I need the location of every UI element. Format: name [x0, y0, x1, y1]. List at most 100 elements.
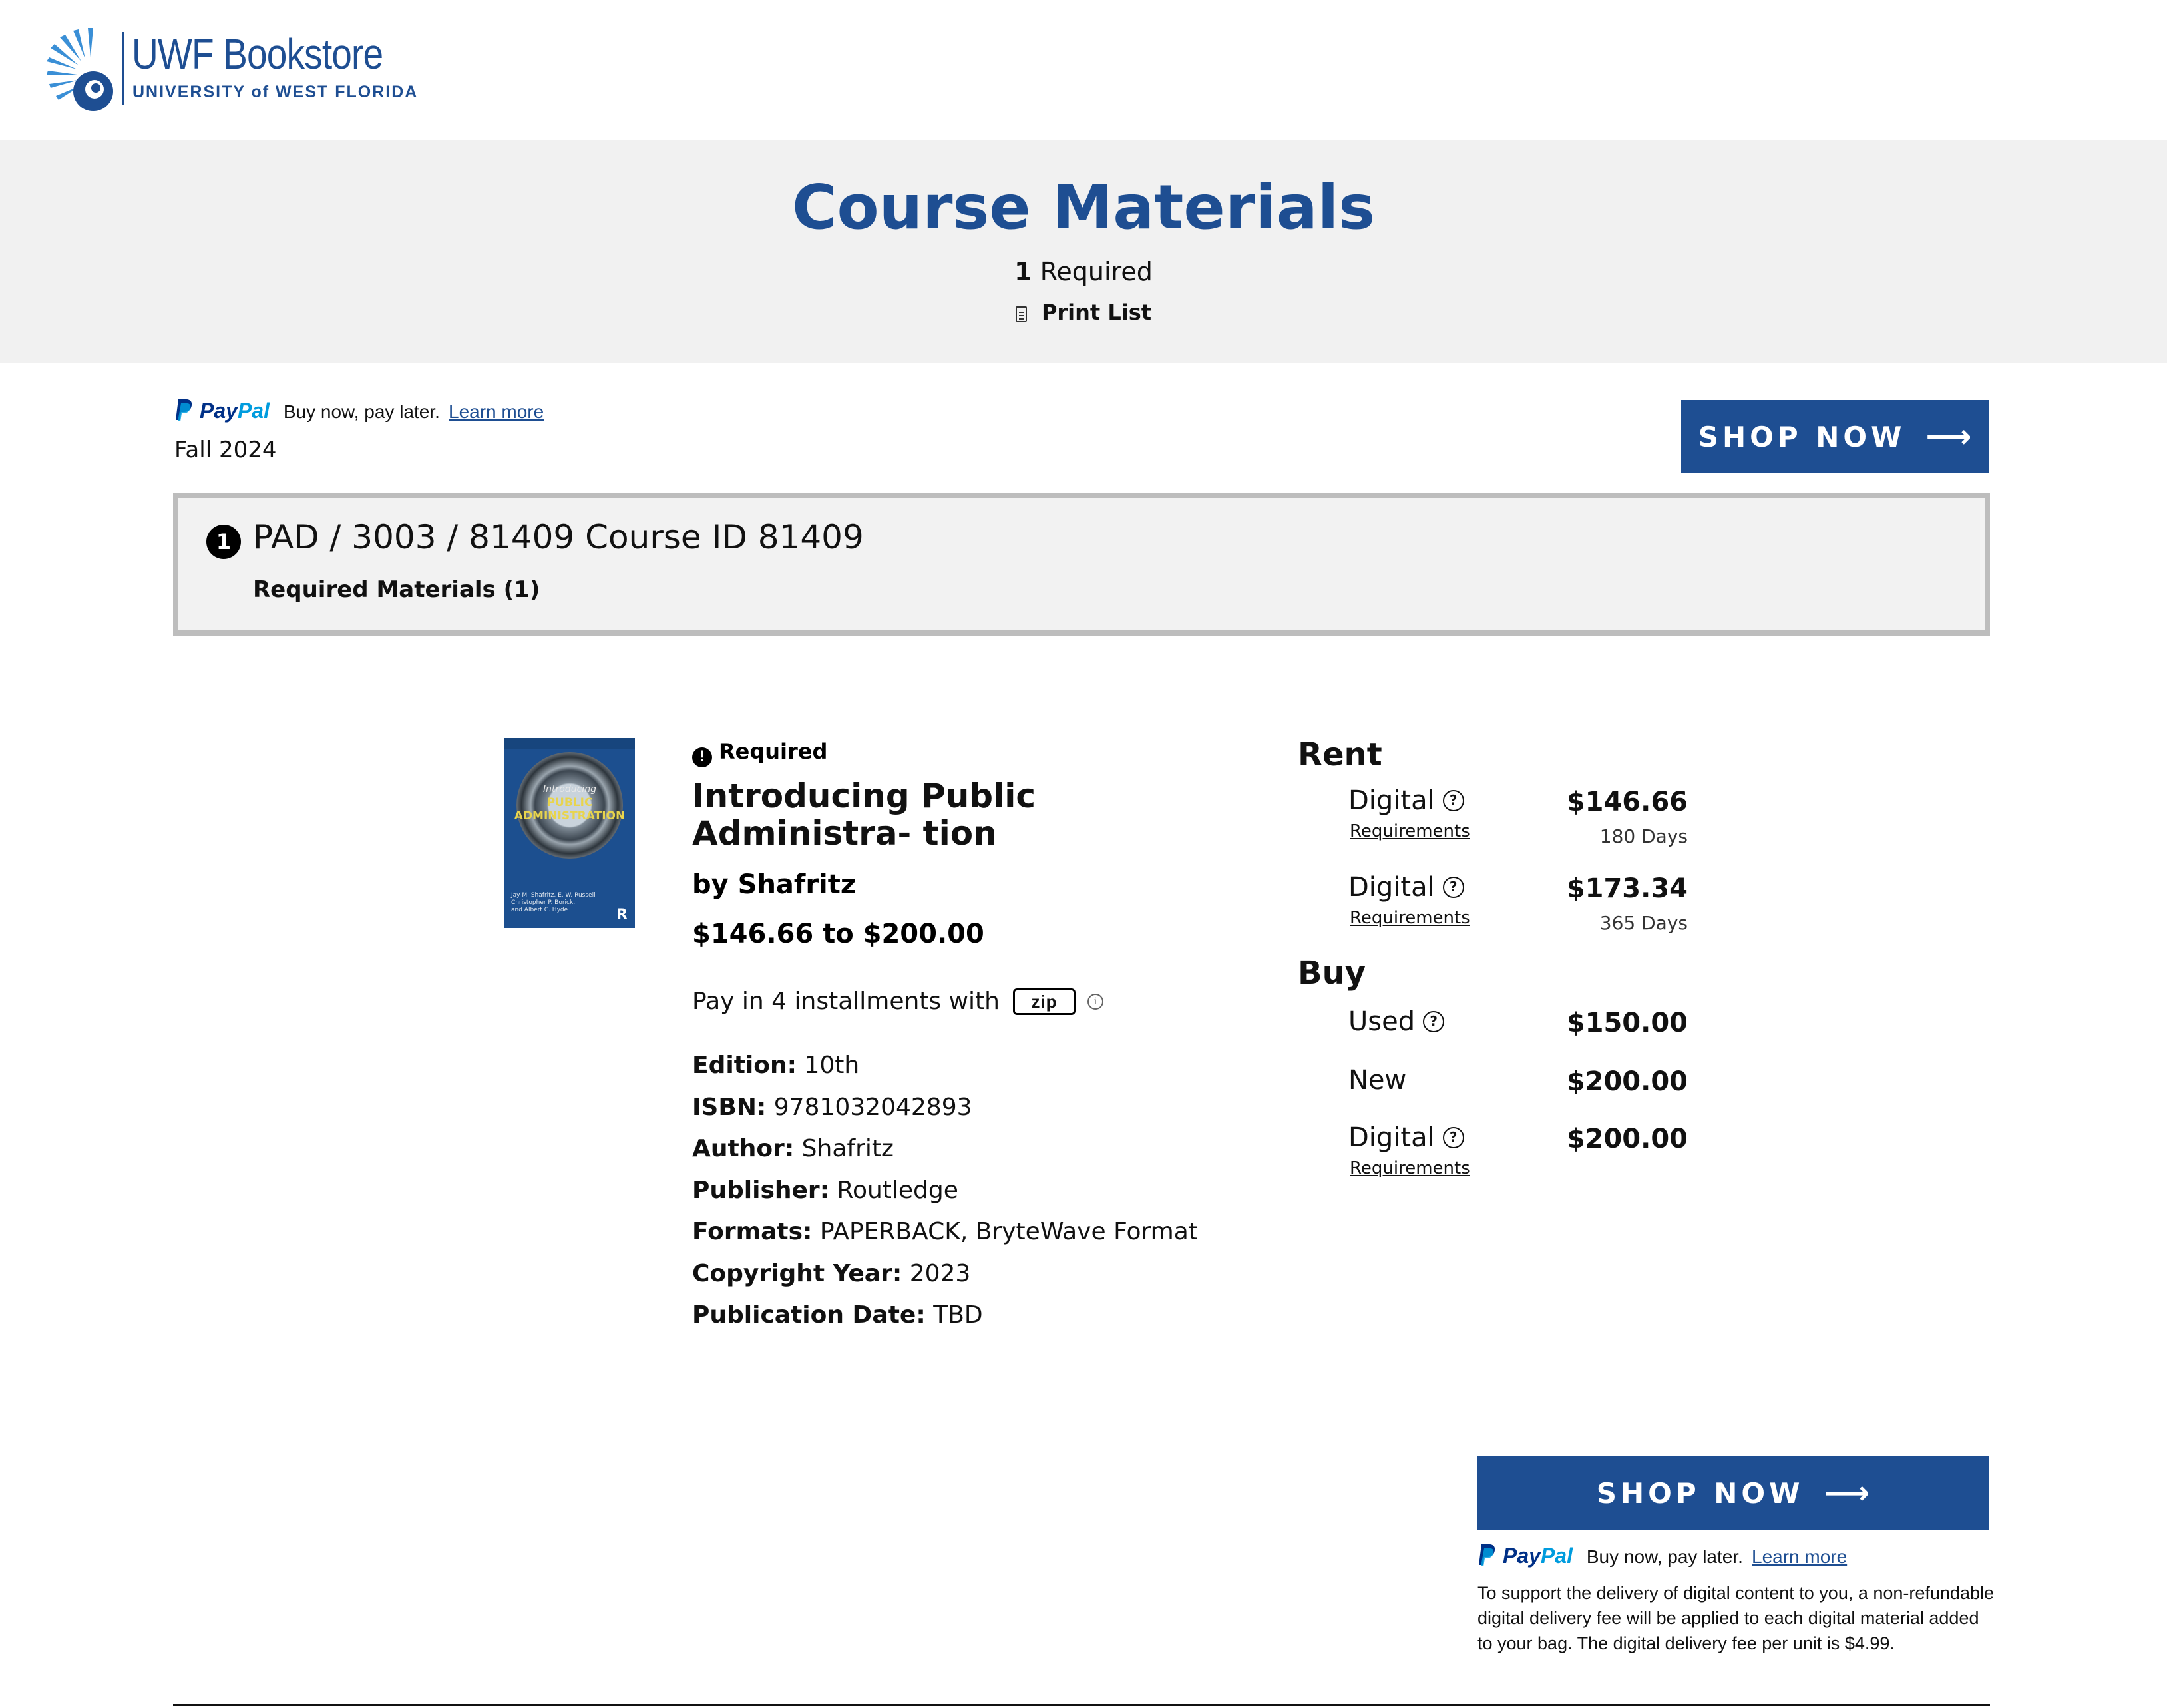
- book-spec-label: Formats:: [692, 1218, 813, 1245]
- option-price[interactable]: $173.34: [1451, 873, 1688, 904]
- course-materials-hero: Course Materials 1 Required Print List: [0, 140, 2167, 363]
- logo-title[interactable]: UWF Bookstore: [132, 29, 383, 79]
- option-format-label: Digital: [1348, 785, 1435, 816]
- shop-now-button-top[interactable]: SHOP NOW ⟶: [1681, 400, 1989, 473]
- cover-title-line-1: Introducing: [543, 784, 596, 795]
- shop-now-label: SHOP NOW: [1596, 1476, 1804, 1510]
- info-icon[interactable]: i: [1087, 993, 1103, 1010]
- book-spec-row: ISBN: 9781032042893: [692, 1094, 972, 1121]
- rental-duration: 180 Days: [1599, 825, 1688, 847]
- zip-logo-text: zip: [1031, 991, 1058, 1012]
- book-author-line: by Shafritz: [692, 869, 857, 900]
- book-spec-value: 10th: [804, 1052, 860, 1079]
- course-section-header: 1 PAD / 3003 / 81409 Course ID 81409 Req…: [173, 493, 1990, 636]
- digital-delivery-fee-note: To support the delivery of digital conte…: [1478, 1583, 1994, 1653]
- cover-title-line-3: ADMINISTRATION: [514, 809, 626, 823]
- book-spec-row: Edition: 10th: [692, 1052, 859, 1079]
- paypal-logo-pal: Pal: [237, 399, 270, 423]
- rent-option-0[interactable]: Digital?: [1348, 785, 1464, 816]
- shop-now-button-bottom[interactable]: SHOP NOW ⟶: [1477, 1456, 1989, 1530]
- book-spec-row: Author: Shafritz: [692, 1135, 894, 1162]
- option-price[interactable]: $150.00: [1451, 1008, 1688, 1038]
- arrow-right-icon: ⟶: [1925, 418, 1972, 455]
- book-title[interactable]: Introducing Public Administra- tion: [692, 777, 1238, 852]
- paypal-logo: PayPal: [1478, 1544, 1579, 1568]
- required-materials-label: Required Materials (1): [253, 576, 540, 603]
- arrow-right-icon: ⟶: [1824, 1474, 1870, 1512]
- option-format-label: Digital: [1348, 1122, 1435, 1153]
- book-spec-label: Author:: [692, 1135, 795, 1162]
- buy-heading: Buy: [1298, 955, 1366, 992]
- paypal-learn-more-link[interactable]: Learn more: [1752, 1546, 1847, 1567]
- paypal-logo-pal: Pal: [1540, 1544, 1573, 1568]
- option-price[interactable]: $146.66: [1451, 787, 1688, 817]
- help-icon[interactable]: ?: [1423, 1011, 1445, 1032]
- book-cover-image[interactable]: Introducing PUBLIC ADMINISTRATION Jay M.…: [504, 738, 635, 928]
- book-spec-label: Publication Date:: [692, 1301, 926, 1329]
- cover-publisher-mark: R: [616, 907, 628, 923]
- print-list-button[interactable]: Print List: [1015, 300, 1152, 325]
- paypal-banner-bottom: PayPal Buy now, pay later. Learn more: [1478, 1543, 1847, 1568]
- option-format-label: Digital: [1348, 872, 1435, 903]
- shop-now-label: SHOP NOW: [1698, 420, 1906, 453]
- logo-divider: [122, 32, 124, 105]
- book-spec-value: Shafritz: [801, 1135, 894, 1162]
- exclamation-icon: !: [692, 747, 712, 767]
- zip-installments-row: Pay in 4 installments with zip i: [692, 988, 1103, 1015]
- logo-subtitle: UNIVERSITY of WEST FLORIDA: [132, 83, 419, 101]
- site-header: UWF Bookstore UNIVERSITY of WEST FLORIDA: [0, 0, 2167, 140]
- paypal-tagline: Buy now, pay later.: [283, 401, 440, 422]
- cover-top-band: [504, 738, 635, 749]
- buy-option-0[interactable]: Used?: [1348, 1006, 1445, 1037]
- paypal-icon: [1479, 1544, 1495, 1566]
- option-price[interactable]: $200.00: [1451, 1124, 1688, 1154]
- book-spec-value: 2023: [909, 1259, 971, 1287]
- required-count-label: Required: [1040, 257, 1153, 286]
- book-spec-value: Routledge: [837, 1176, 958, 1204]
- paypal-logo-pay: Pay: [200, 399, 238, 423]
- zip-installments-text: Pay in 4 installments with: [692, 988, 1000, 1015]
- book-spec-label: ISBN:: [692, 1093, 767, 1121]
- paypal-logo: PayPal: [174, 399, 276, 423]
- option-price[interactable]: $200.00: [1451, 1066, 1688, 1097]
- paypal-logo-pay: Pay: [1503, 1544, 1541, 1568]
- print-list-label: Print List: [1041, 300, 1152, 325]
- paypal-learn-more-link[interactable]: Learn more: [449, 401, 544, 422]
- buy-option-1[interactable]: New: [1348, 1065, 1406, 1096]
- paypal-banner-top: PayPal Buy now, pay later. Learn more: [174, 398, 544, 423]
- print-list-container: Print List: [0, 300, 2167, 325]
- bottom-divider: [173, 1704, 1990, 1706]
- required-badge: ! Required: [692, 739, 827, 767]
- list-document-icon: [1015, 306, 1027, 322]
- cover-authors: Jay M. Shafritz, E. W. Russell Christoph…: [511, 892, 596, 913]
- paypal-icon: [176, 399, 192, 421]
- book-spec-label: Edition:: [692, 1052, 797, 1079]
- book-spec-value: TBD: [933, 1301, 983, 1329]
- term-label: Fall 2024: [174, 437, 277, 463]
- option-format-label: Used: [1348, 1006, 1416, 1037]
- book-spec-row: Formats: PAPERBACK, BryteWave Format: [692, 1218, 1198, 1245]
- buy-option-2[interactable]: Digital?: [1348, 1122, 1464, 1153]
- book-price-range: $146.66 to $200.00: [692, 919, 984, 949]
- rent-option-1[interactable]: Digital?: [1348, 872, 1464, 903]
- rental-duration: 365 Days: [1599, 912, 1688, 934]
- book-spec-label: Copyright Year:: [692, 1259, 902, 1287]
- course-title: PAD / 3003 / 81409 Course ID 81409: [253, 518, 864, 556]
- course-number-badge: 1: [206, 525, 241, 559]
- book-spec-row: Publisher: Routledge: [692, 1177, 958, 1204]
- book-spec-row: Copyright Year: 2023: [692, 1260, 970, 1287]
- cover-title-line-2: PUBLIC: [546, 796, 593, 809]
- requirements-link[interactable]: Requirements: [1350, 1158, 1470, 1178]
- required-count: 1 Required: [0, 257, 2167, 286]
- book-spec-value: PAPERBACK, BryteWave Format: [819, 1218, 1198, 1245]
- zip-logo[interactable]: zip: [1013, 988, 1076, 1015]
- page-title: Course Materials: [791, 172, 1376, 243]
- book-spec-value: 9781032042893: [773, 1093, 972, 1121]
- book-spec-row: Publication Date: TBD: [692, 1301, 983, 1329]
- option-format-label: New: [1348, 1065, 1407, 1096]
- book-spec-label: Publisher:: [692, 1176, 830, 1204]
- rent-heading: Rent: [1298, 736, 1382, 773]
- required-badge-label: Required: [719, 739, 828, 764]
- paypal-tagline: Buy now, pay later.: [1586, 1546, 1743, 1567]
- uwf-logo-icon[interactable]: [47, 28, 113, 111]
